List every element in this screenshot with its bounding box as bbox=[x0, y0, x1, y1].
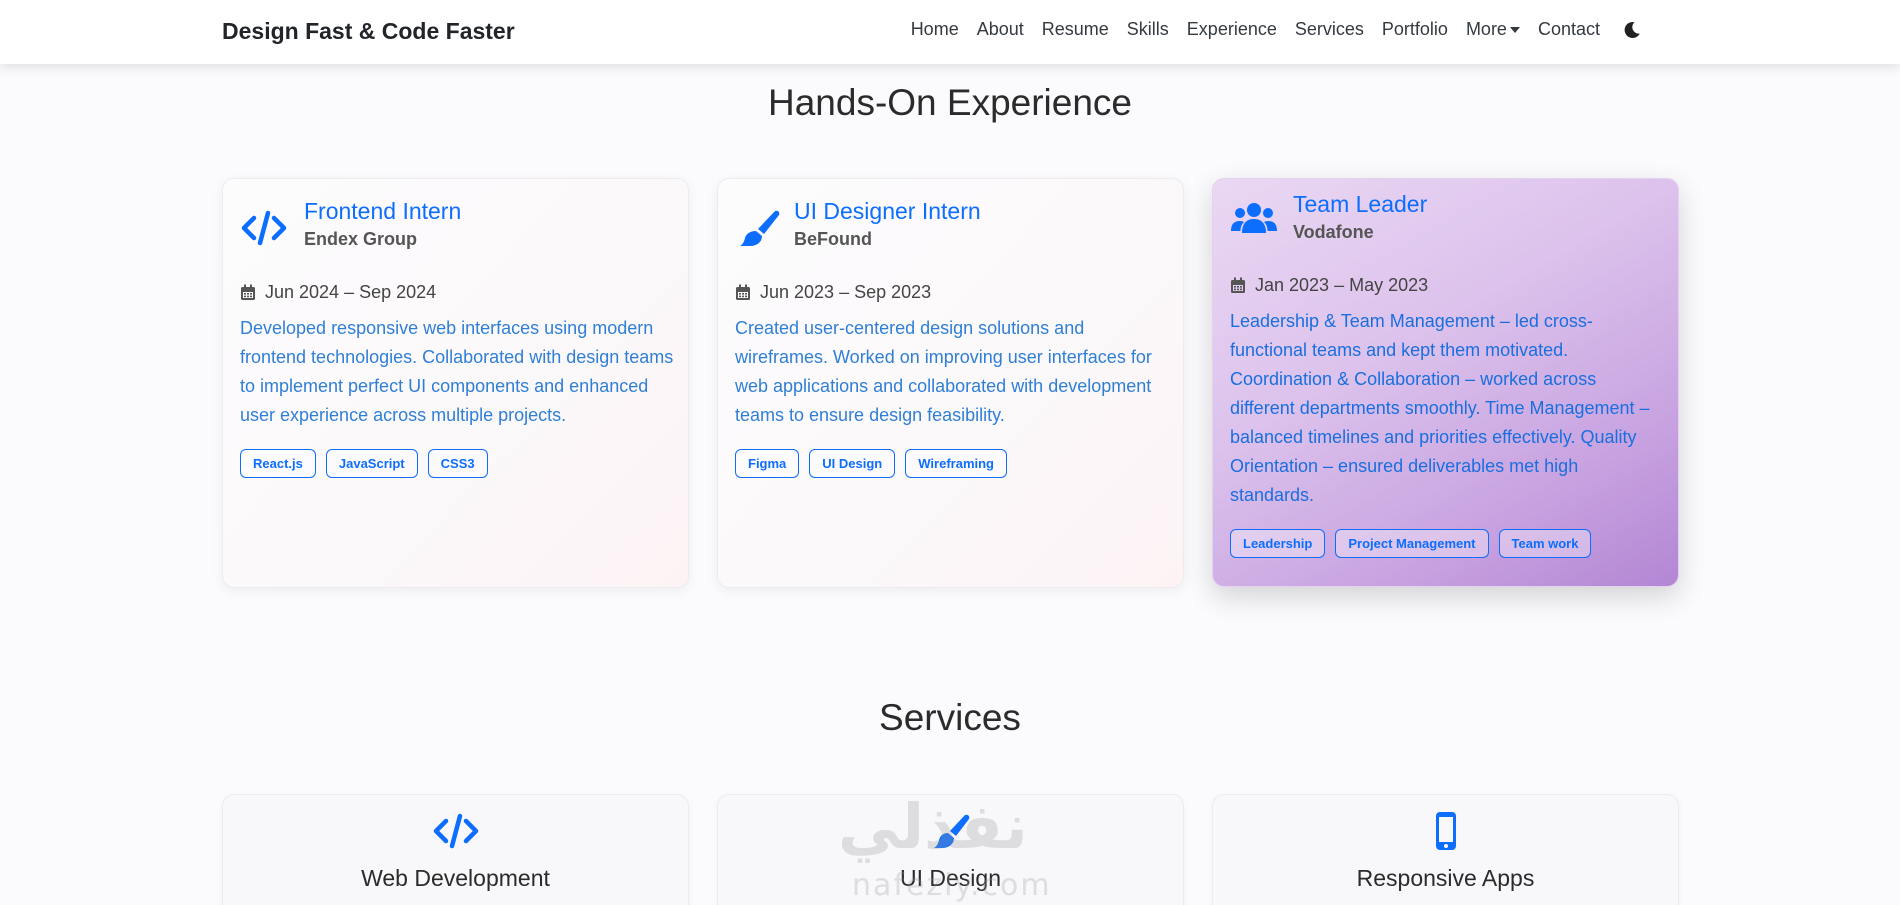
card-date-text: Jun 2024 – Sep 2024 bbox=[265, 282, 437, 302]
card-company: BeFound bbox=[794, 229, 872, 249]
calendar-icon bbox=[736, 284, 750, 300]
tag-figma[interactable]: Figma bbox=[735, 449, 800, 478]
tag-leadership[interactable]: Leadership bbox=[1230, 529, 1326, 558]
paintbrush-icon bbox=[933, 814, 969, 848]
card-date-text: Jun 2023 – Sep 2023 bbox=[760, 282, 932, 302]
caret-down-icon bbox=[1509, 26, 1520, 33]
nav-more-dropdown[interactable]: More bbox=[1466, 19, 1520, 40]
card-title: Team Leader bbox=[1293, 191, 1428, 217]
card-description: Developed responsive web interfaces usin… bbox=[240, 318, 674, 425]
nav-skills[interactable]: Skills bbox=[1127, 19, 1169, 40]
paintbrush-icon bbox=[740, 210, 780, 246]
tag-javascript[interactable]: JavaScript bbox=[325, 449, 418, 478]
nav-services[interactable]: Services bbox=[1295, 19, 1364, 40]
nav-portfolio[interactable]: Portfolio bbox=[1382, 19, 1448, 40]
moon-icon[interactable] bbox=[1622, 20, 1642, 40]
card-date-text: Jan 2023 – May 2023 bbox=[1255, 275, 1429, 295]
card-title: Frontend Intern bbox=[304, 198, 462, 224]
service-title: Responsive Apps bbox=[1356, 865, 1535, 891]
card-description: Leadership & Team Management – led cross… bbox=[1230, 311, 1650, 505]
tag-list: React.js JavaScript CSS3 bbox=[240, 449, 498, 478]
code-icon bbox=[241, 210, 287, 246]
card-date: Jan 2023 – May 2023 bbox=[1230, 275, 1428, 296]
card-date: Jun 2023 – Sep 2023 bbox=[735, 282, 931, 303]
nav-experience[interactable]: Experience bbox=[1187, 19, 1277, 40]
calendar-icon bbox=[1231, 277, 1245, 293]
tag-list: Leadership Project Management Team work bbox=[1230, 529, 1601, 558]
mobile-icon bbox=[1435, 812, 1456, 850]
card-company: Vodafone bbox=[1293, 222, 1374, 242]
brand-logo[interactable]: Design Fast & Code Faster bbox=[222, 18, 515, 45]
nav-home[interactable]: Home bbox=[911, 19, 959, 40]
navbar: Design Fast & Code Faster Home About Res… bbox=[0, 0, 1900, 64]
service-card-web-development[interactable]: Web Development bbox=[222, 794, 689, 905]
card-title: UI Designer Intern bbox=[794, 198, 981, 224]
tag-team-work[interactable]: Team work bbox=[1498, 529, 1592, 558]
service-title: Web Development bbox=[361, 865, 550, 891]
tag-list: Figma UI Design Wireframing bbox=[735, 449, 1017, 478]
tag-wireframing[interactable]: Wireframing bbox=[905, 449, 1007, 478]
nav-links: Home About Resume Skills Experience Serv… bbox=[893, 19, 1642, 40]
nav-more-label: More bbox=[1465, 19, 1507, 39]
tag-css3[interactable]: CSS3 bbox=[427, 449, 488, 478]
service-card-ui-design[interactable]: UI Design bbox=[717, 794, 1184, 905]
service-card-responsive-apps[interactable]: Responsive Apps bbox=[1212, 794, 1679, 905]
calendar-icon bbox=[241, 284, 255, 300]
card-company: Endex Group bbox=[304, 229, 418, 249]
nav-about[interactable]: About bbox=[977, 19, 1024, 40]
code-icon bbox=[433, 813, 478, 849]
tag-project-management[interactable]: Project Management bbox=[1335, 529, 1489, 558]
users-icon bbox=[1231, 203, 1277, 233]
services-section-title: Services bbox=[879, 697, 1021, 738]
card-date: Jun 2024 – Sep 2024 bbox=[240, 282, 436, 303]
nav-resume[interactable]: Resume bbox=[1042, 19, 1109, 40]
card-description: Created user-centered design solutions a… bbox=[735, 318, 1152, 425]
experience-section-title: Hands-On Experience bbox=[767, 82, 1133, 123]
experience-card-team-leader[interactable]: Team Leader Vodafone Jan 2023 – May 2023… bbox=[1212, 178, 1679, 587]
tag-ui-design[interactable]: UI Design bbox=[809, 449, 896, 478]
experience-card-frontend: Frontend Intern Endex Group Jun 2024 – S… bbox=[222, 178, 689, 588]
experience-card-ui-designer: UI Designer Intern BeFound Jun 2023 – Se… bbox=[717, 178, 1184, 588]
service-title: UI Design bbox=[900, 865, 1001, 891]
tag-react[interactable]: React.js bbox=[240, 449, 316, 478]
nav-contact[interactable]: Contact bbox=[1538, 19, 1600, 40]
